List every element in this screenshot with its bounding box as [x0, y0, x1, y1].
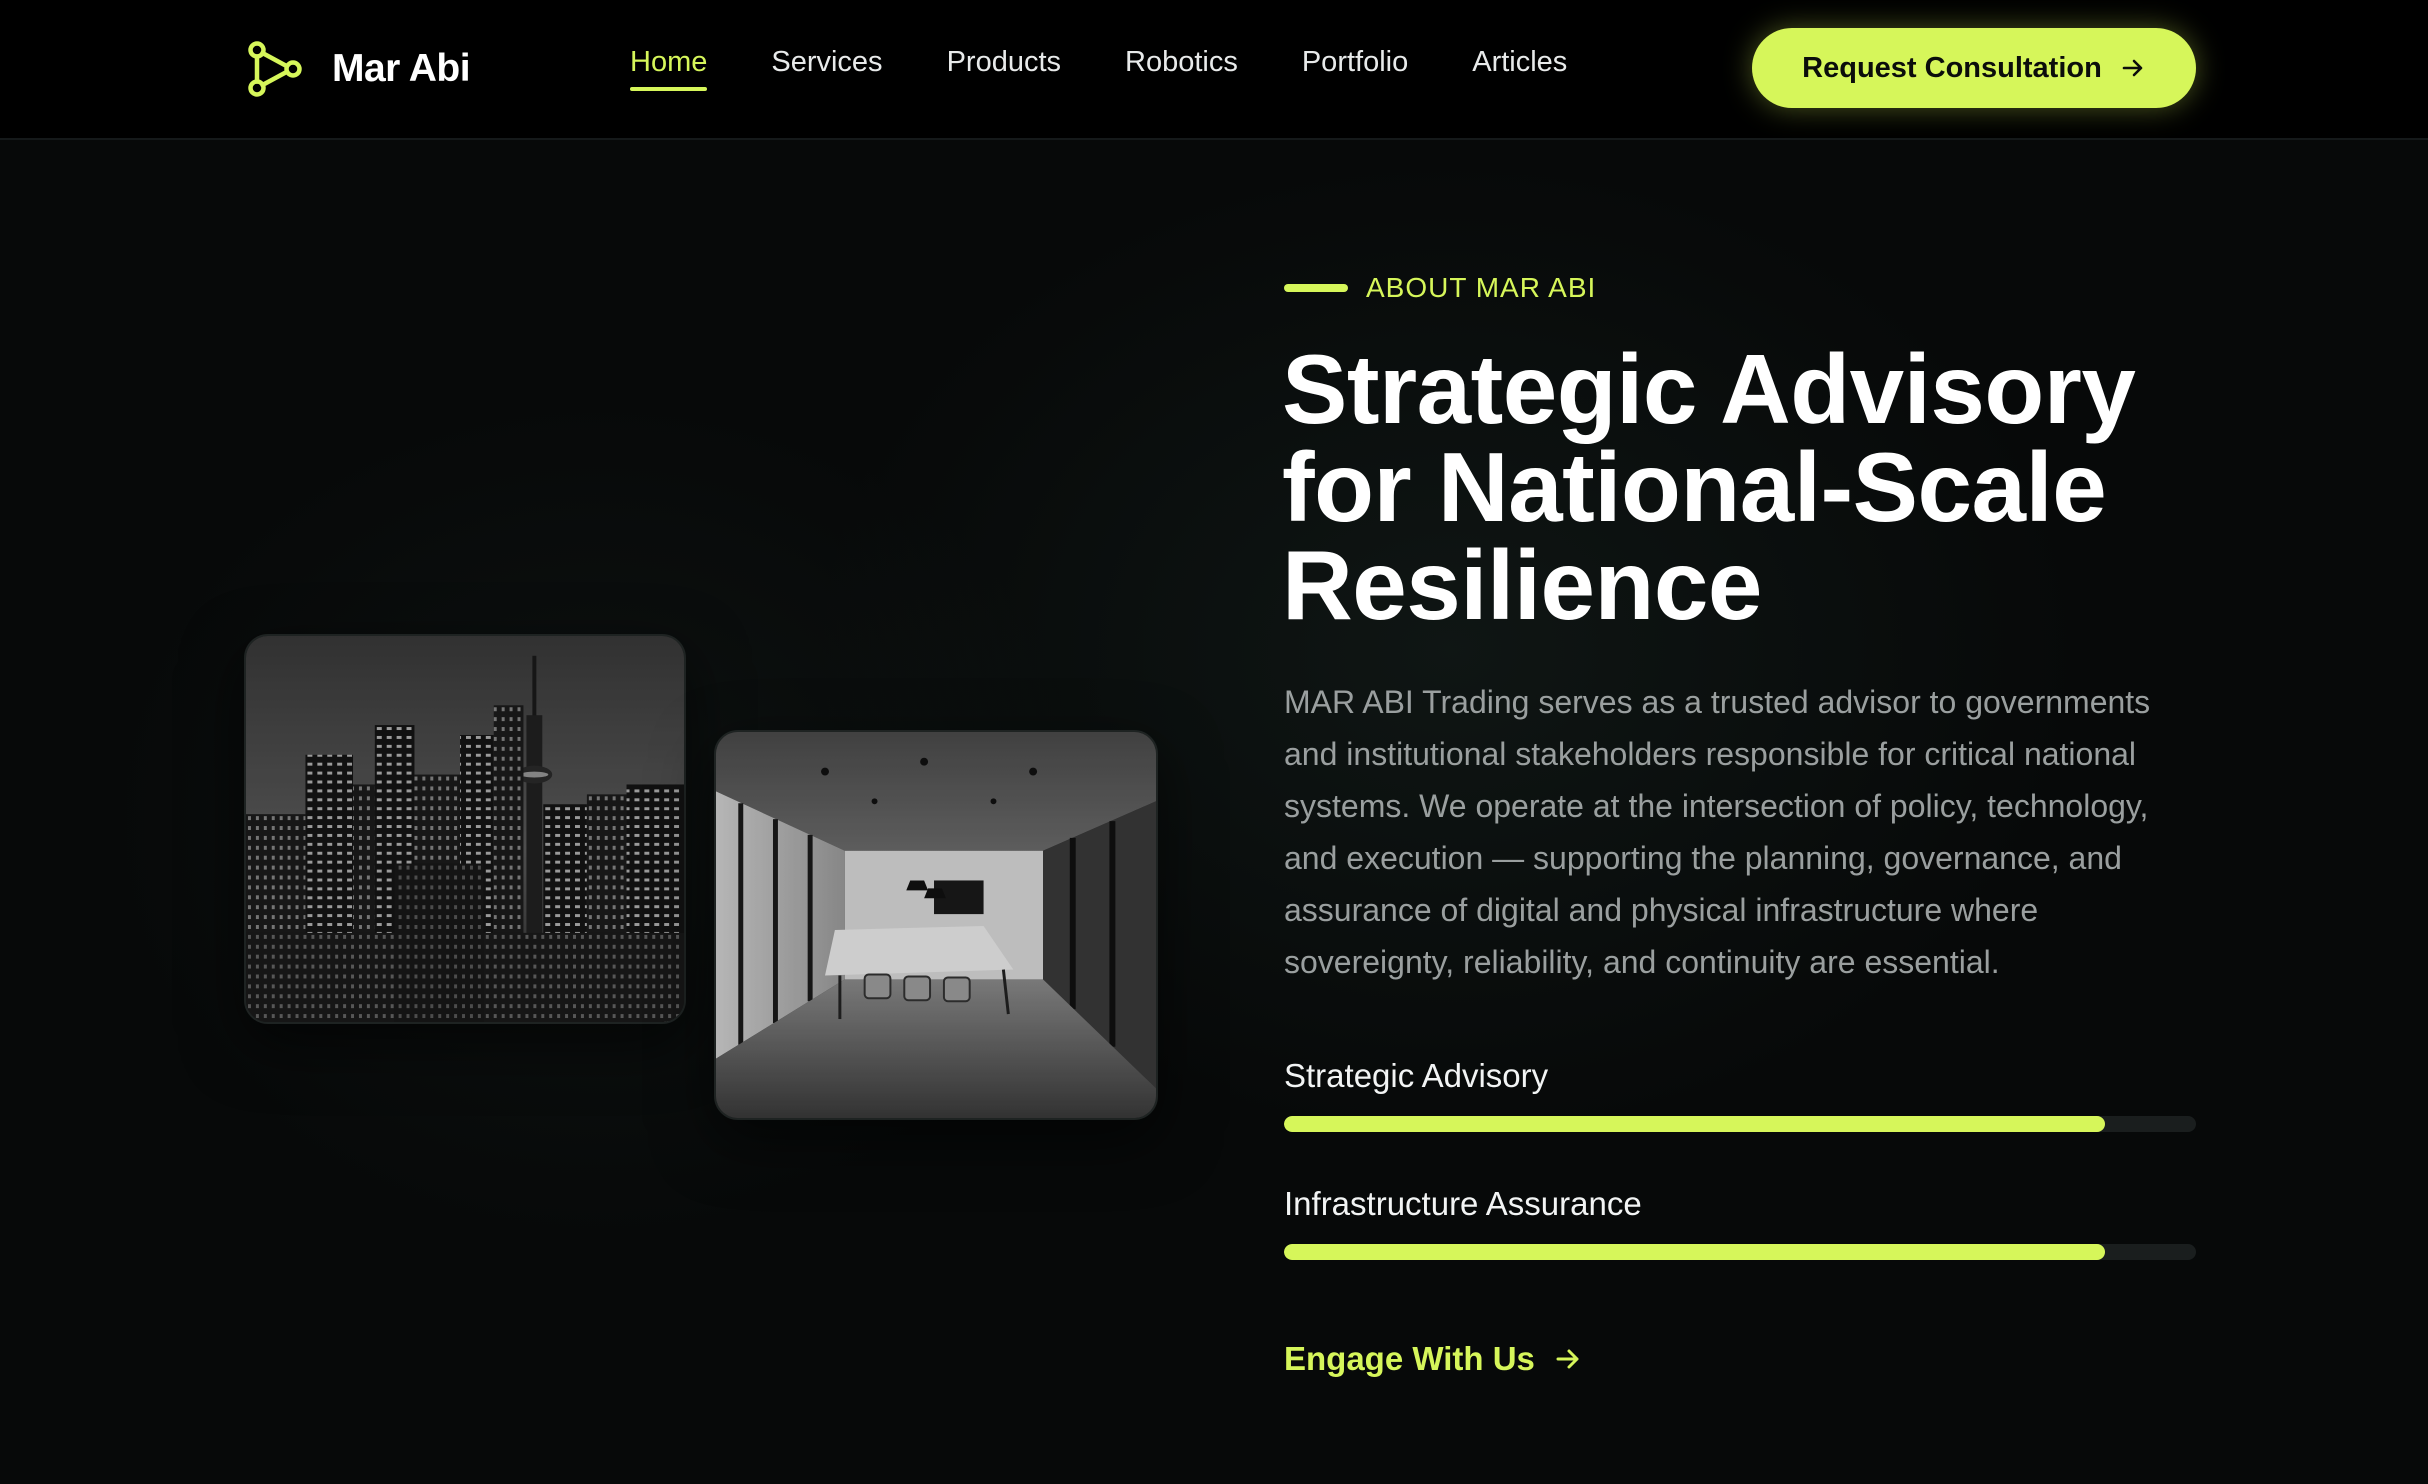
node-network-icon	[248, 41, 302, 97]
arrow-right-icon	[1556, 1349, 1579, 1369]
skill-label: Infrastructure Assurance	[1284, 1185, 1642, 1222]
nav-item-robotics[interactable]: Robotics	[1125, 46, 1238, 91]
section-eyebrow: ABOUT MAR ABI	[1284, 272, 1596, 304]
request-consultation-button[interactable]: Request Consultation	[1752, 28, 2196, 108]
page: Mar Abi Home Services Products Robotics …	[0, 0, 2428, 1484]
engage-label: Engage With Us	[1284, 1340, 1535, 1377]
site-header: Mar Abi Home Services Products Robotics …	[0, 0, 2428, 140]
skill-progress-fill	[1284, 1244, 2105, 1260]
nav-item-services[interactable]: Services	[771, 46, 882, 91]
main-nav: Home Services Products Robotics Portfoli…	[630, 46, 1567, 91]
section-headline: Strategic Advisory for National-Scale Re…	[1282, 334, 2136, 640]
eyebrow-accent-line	[1284, 284, 1348, 292]
nav-item-home[interactable]: Home	[630, 46, 708, 91]
office-meeting-room-photo	[714, 730, 1158, 1120]
arrow-right-icon	[2122, 59, 2143, 77]
brand-logo[interactable]: Mar Abi	[246, 36, 471, 102]
nav-item-articles[interactable]: Articles	[1472, 46, 1567, 91]
city-skyline-photo	[244, 634, 686, 1024]
engage-with-us-link[interactable]: Engage With Us	[1284, 1340, 1583, 1378]
section-description: MAR ABI Trading serves as a trusted advi…	[1284, 684, 2151, 980]
skill-progress-track	[1284, 1244, 2196, 1260]
skill-progress-track	[1284, 1116, 2196, 1132]
brand-name: Mar Abi	[332, 47, 471, 90]
skill-label: Strategic Advisory	[1284, 1057, 1549, 1094]
skill-strategic-advisory: Strategic Advisory	[1284, 1054, 2196, 1132]
eyebrow-text: ABOUT MAR ABI	[1366, 272, 1597, 303]
skill-progress-fill	[1284, 1116, 2105, 1132]
nav-item-portfolio[interactable]: Portfolio	[1302, 46, 1408, 91]
nav-item-products[interactable]: Products	[947, 46, 1061, 91]
request-consultation-label: Request Consultation	[1802, 51, 2102, 84]
skill-infrastructure-assurance: Infrastructure Assurance	[1284, 1182, 2196, 1260]
